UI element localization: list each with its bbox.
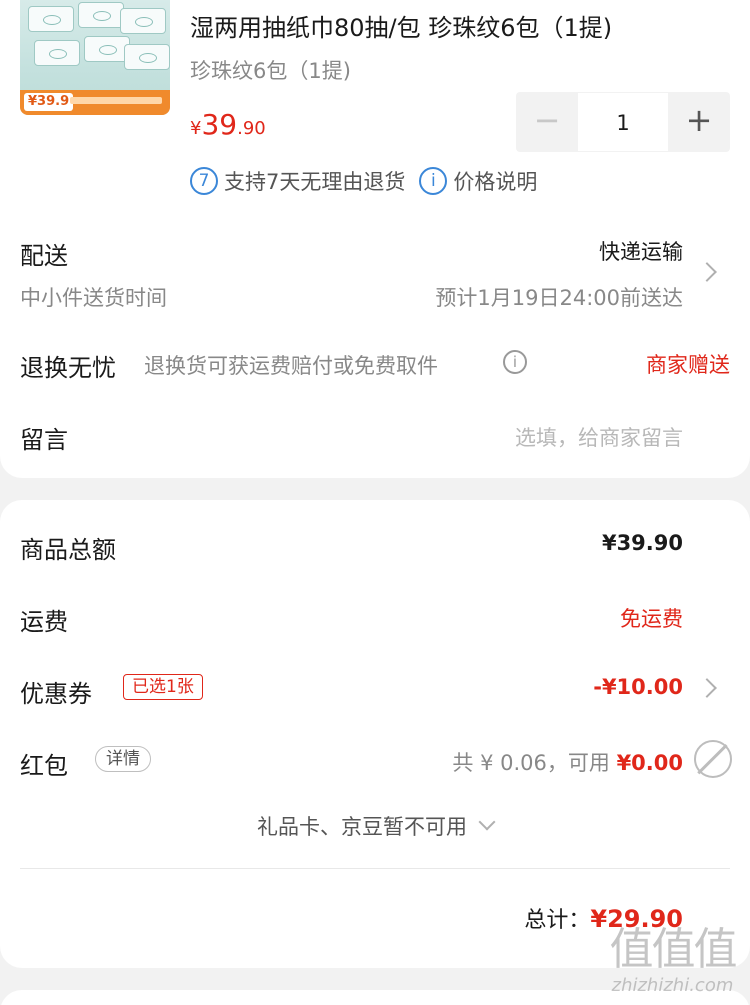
service-guarantee-row: 7 支持7天无理由退货 i 价格说明 xyxy=(190,166,537,196)
seven-day-return-icon: 7 xyxy=(190,167,218,195)
red-packet-detail-wrap: 详情 xyxy=(95,746,151,772)
chevron-right-icon[interactable] xyxy=(697,262,717,282)
giftcard-unavailable-text: 礼品卡、京豆暂不可用 xyxy=(257,815,467,839)
coupon-discount-value[interactable]: -¥10.00 xyxy=(593,675,683,699)
divider xyxy=(20,868,730,869)
tissue-pack-graphic xyxy=(28,6,74,32)
message-input[interactable]: 选填，给商家留言 xyxy=(515,422,683,452)
return-service-desc: 退换货可获运费赔付或免费取件 xyxy=(144,354,438,378)
promo-strip-text xyxy=(70,97,162,104)
shipping-value: 免运费 xyxy=(620,607,683,631)
unavailable-assets-row[interactable]: 礼品卡、京豆暂不可用 xyxy=(0,811,750,841)
coupon-selected-badge: 已选1张 xyxy=(123,674,203,700)
red-packet-detail-button[interactable]: 详情 xyxy=(95,746,151,772)
quantity-stepper: − 1 + xyxy=(516,92,730,152)
image-price-badge: ¥39.9 xyxy=(24,93,74,111)
order-item-card: ¥39.9 湿两用抽纸巾80抽/包 珍珠纹6包（1提) 珍珠纹6包（1提) ¥3… xyxy=(0,0,750,478)
total-label: 总计： xyxy=(524,908,591,933)
chevron-right-icon[interactable] xyxy=(697,678,717,698)
quantity-value[interactable]: 1 xyxy=(578,92,668,152)
site-watermark: 值值值 zhizhizhi.com xyxy=(600,925,745,1001)
coupon-selected-tag: 已选1张 xyxy=(123,674,203,700)
watermark-site: zhizhizhi.com xyxy=(611,975,734,996)
info-icon: i xyxy=(419,167,448,195)
product-image[interactable]: ¥39.9 xyxy=(20,0,170,115)
red-packet-total: 共 ¥ 0.06，可用 xyxy=(452,751,610,775)
order-summary-card: 商品总额 ¥39.90 运费 免运费 优惠券 已选1张 -¥10.00 红包 详… xyxy=(0,500,750,968)
product-title[interactable]: 湿两用抽纸巾80抽/包 珍珠纹6包（1提) xyxy=(190,8,612,43)
coupon-label: 优惠券 xyxy=(20,680,92,708)
return-service-value: 商家赠送 xyxy=(646,353,730,377)
red-packet-available: ¥0.00 xyxy=(616,751,683,775)
watermark-logo: 值值值 xyxy=(609,924,738,975)
disabled-circle-icon[interactable] xyxy=(694,740,732,778)
return-service-info-icon[interactable]: i xyxy=(503,350,527,374)
price-integer: 39 xyxy=(201,108,238,141)
delivery-method[interactable]: 快递运输 xyxy=(599,236,683,266)
info-icon[interactable]: i xyxy=(503,350,527,374)
product-spec: 珍珠纹6包（1提) xyxy=(190,59,351,83)
goods-total-value: ¥39.90 xyxy=(601,531,683,555)
message-label: 留言 xyxy=(20,426,68,454)
delivery-time-label: 中小件送货时间 xyxy=(20,286,167,310)
price-decimal: .90 xyxy=(237,118,266,139)
tissue-pack-graphic xyxy=(124,44,170,70)
delivery-eta[interactable]: 预计1月19日24:00前送达 xyxy=(435,282,683,312)
red-packet-label: 红包 xyxy=(20,752,68,780)
tissue-pack-graphic xyxy=(34,40,80,66)
delivery-label: 配送 xyxy=(20,242,68,270)
price-currency: ¥ xyxy=(190,118,202,139)
price-explanation-link[interactable]: 价格说明 xyxy=(453,166,537,196)
increase-quantity-button[interactable]: + xyxy=(668,92,730,152)
shipping-label: 运费 xyxy=(20,608,68,636)
chevron-down-icon[interactable] xyxy=(478,813,496,831)
red-packet-summary: 共 ¥ 0.06，可用 ¥0.00 xyxy=(452,747,683,777)
return-policy-text[interactable]: 支持7天无理由退货 xyxy=(224,166,405,196)
tissue-pack-graphic xyxy=(78,2,124,28)
decrease-quantity-button[interactable]: − xyxy=(516,92,578,152)
goods-total-label: 商品总额 xyxy=(20,536,116,564)
product-price: ¥39.90 xyxy=(190,108,266,141)
tissue-pack-graphic xyxy=(120,8,166,34)
return-service-label: 退换无忧 xyxy=(20,354,116,382)
